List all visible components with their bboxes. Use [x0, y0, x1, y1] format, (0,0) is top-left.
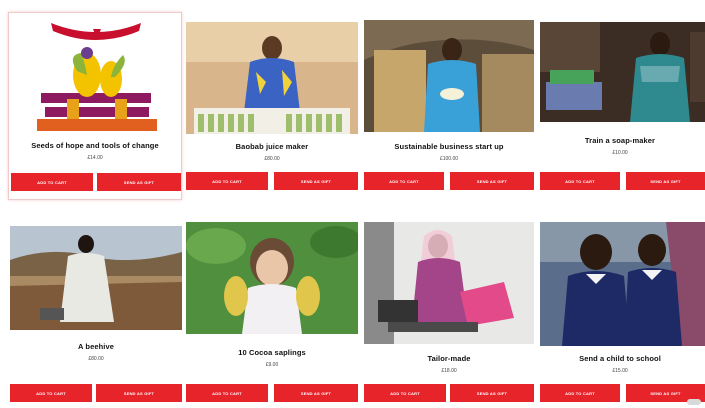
product-card[interactable]: Send a child to school £15.00 ADD TO CAR… — [540, 222, 705, 408]
product-price: £15.00 — [612, 368, 628, 374]
product-card[interactable]: A beehive £80.00 ADD TO CART SEND AS GIF… — [10, 222, 182, 408]
tailor-photo-icon[interactable] — [364, 222, 534, 344]
send-as-gift-button[interactable]: SEND AS GIFT — [450, 172, 534, 190]
product-price: £100.00 — [439, 156, 459, 162]
product-price: £18.00 — [441, 368, 457, 374]
add-to-cart-button[interactable]: ADD TO CART — [186, 172, 268, 190]
add-to-cart-button[interactable]: ADD TO CART — [364, 172, 444, 190]
add-to-cart-button[interactable]: ADD TO CART — [364, 384, 446, 402]
product-title[interactable]: 10 Cocoa saplings — [186, 348, 358, 357]
product-price: £80.00 — [264, 156, 280, 162]
add-to-cart-button[interactable]: ADD TO CART — [10, 384, 92, 402]
product-grid: Seeds of hope and tools of change £14.00… — [0, 0, 705, 408]
send-as-gift-button[interactable]: SEND AS GIFT — [96, 384, 182, 402]
product-price: £14.00 — [87, 155, 103, 161]
school-photo-icon[interactable] — [540, 222, 705, 346]
product-title[interactable]: Baobab juice maker — [186, 142, 358, 151]
add-to-cart-button[interactable]: ADD TO CART — [540, 384, 620, 402]
product-title[interactable]: A beehive — [10, 342, 182, 351]
product-card[interactable]: Seeds of hope and tools of change £14.00… — [8, 12, 182, 200]
product-card[interactable]: Train a soap-maker £10.00 ADD TO CART SE… — [540, 14, 705, 200]
business-photo-icon[interactable] — [364, 20, 534, 132]
product-title[interactable]: Seeds of hope and tools of change — [9, 141, 181, 150]
seeds-illustration-icon[interactable] — [11, 15, 181, 135]
send-as-gift-button[interactable]: SEND AS GIFT — [274, 384, 358, 402]
product-price: £10.00 — [612, 150, 628, 156]
product-card[interactable]: Baobab juice maker £80.00 ADD TO CART SE… — [186, 14, 358, 200]
product-card[interactable]: 10 Cocoa saplings £9.00 ADD TO CART SEND… — [186, 222, 358, 408]
beehive-photo-icon[interactable] — [10, 226, 182, 330]
add-to-cart-button[interactable]: ADD TO CART — [186, 384, 268, 402]
add-to-cart-button[interactable]: ADD TO CART — [540, 172, 620, 190]
add-to-cart-button[interactable]: ADD TO CART — [11, 173, 93, 191]
soap-maker-photo-icon[interactable] — [540, 22, 705, 122]
product-title[interactable]: Train a soap-maker — [540, 136, 700, 145]
product-price: £80.00 — [88, 356, 104, 362]
send-as-gift-button[interactable]: SEND AS GIFT — [626, 172, 705, 190]
send-as-gift-button[interactable]: SEND AS GIFT — [274, 172, 358, 190]
product-title[interactable]: Sustainable business start up — [364, 142, 534, 151]
send-as-gift-button[interactable]: SEND AS GIFT — [97, 173, 181, 191]
juice-maker-photo-icon[interactable] — [186, 22, 358, 134]
send-as-gift-button[interactable]: SEND AS GIFT — [450, 384, 534, 402]
product-card[interactable]: Sustainable business start up £100.00 AD… — [364, 14, 534, 200]
product-price: £9.00 — [265, 362, 279, 368]
cocoa-photo-icon[interactable] — [186, 222, 358, 334]
scroll-indicator — [687, 399, 701, 405]
product-title[interactable]: Send a child to school — [540, 354, 700, 363]
product-card[interactable]: Tailor-made £18.00 ADD TO CART SEND AS G… — [364, 222, 534, 408]
product-title[interactable]: Tailor-made — [364, 354, 534, 363]
